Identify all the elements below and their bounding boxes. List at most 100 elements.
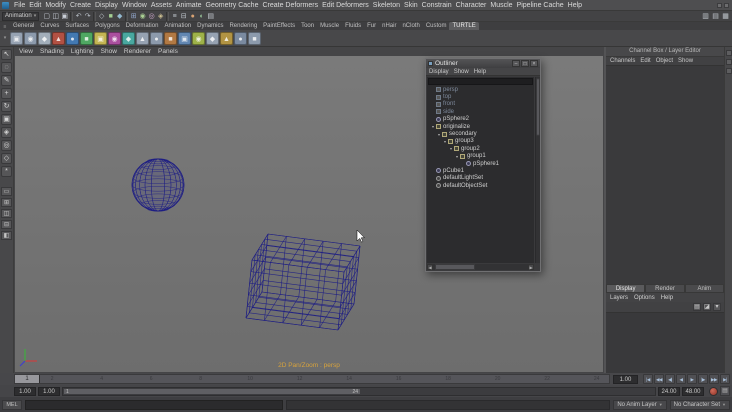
menu-edit-deformers[interactable]: Edit Deformers (320, 2, 371, 9)
create-empty-layer-icon[interactable]: ▤ (693, 303, 701, 311)
shelf-tab-curves[interactable]: Curves (37, 22, 62, 30)
last-tool-icon[interactable]: * (1, 166, 12, 177)
outliner-item-pcube1[interactable]: pCube1 (427, 167, 534, 174)
play-forwards-button[interactable]: ▶ (687, 374, 697, 384)
render-settings-icon[interactable]: ▤ (206, 12, 215, 21)
layer-editor-menu-layers[interactable]: Layers (610, 295, 628, 301)
shelf-button-4[interactable]: ▲ (52, 31, 65, 45)
create-layer-from-selected-icon[interactable]: ◪ (703, 303, 711, 311)
layer-editor-menu-help[interactable]: Help (661, 295, 673, 301)
viewport-menu-lighting[interactable]: Lighting (71, 48, 94, 55)
channel-box-menu-channels[interactable]: Channels (610, 58, 635, 64)
shelf-tab-toon[interactable]: Toon (298, 22, 317, 30)
range-slider-bar[interactable]: 1 24 (64, 388, 360, 395)
outliner-item-secondary[interactable]: ▾ secondary (427, 130, 534, 137)
step-forward-key-button[interactable]: |▶ (698, 374, 708, 384)
shelf-button-5[interactable]: ● (66, 31, 79, 45)
shelf-button-11[interactable]: ● (150, 31, 163, 45)
animation-preferences-button[interactable]: ▤ (720, 386, 730, 396)
command-line-input[interactable] (25, 399, 283, 410)
shelf-tab-painteffects[interactable]: PaintEffects (260, 22, 298, 30)
outliner-item-group3[interactable]: ▾ group3 (427, 138, 534, 145)
animation-end-field[interactable]: 48.00 (682, 386, 704, 396)
menu-animate[interactable]: Animate (174, 2, 204, 9)
select-tool-icon[interactable]: ↖ (1, 49, 12, 60)
auto-keyframe-toggle[interactable] (709, 386, 718, 396)
shelf-button-6[interactable]: ■ (80, 31, 93, 45)
viewport-menu-show[interactable]: Show (101, 48, 117, 55)
shelf-tab-polygons[interactable]: Polygons (92, 22, 123, 30)
outliner-item-group1[interactable]: ▾ group1 (427, 153, 534, 160)
minimize-window-button[interactable]: – (512, 60, 520, 67)
step-back-frame-button[interactable]: ◀◀ (654, 374, 664, 384)
viewport-menu-panels[interactable]: Panels (158, 48, 178, 55)
outliner-item-side[interactable]: side (427, 108, 534, 115)
maximize-window-button[interactable]: □ (521, 60, 529, 67)
shelf-tab-custom[interactable]: Custom (423, 22, 450, 30)
go-to-start-button[interactable]: |◀ (643, 374, 653, 384)
viewport-menu-view[interactable]: View (19, 48, 33, 55)
menu-geometry-cache[interactable]: Geometry Cache (204, 2, 261, 9)
anim-layer-selector[interactable]: No Anim Layer ▼ (613, 399, 667, 410)
scrollbar-thumb[interactable] (536, 78, 540, 136)
outliner-title-bar[interactable]: Outliner – □ × (426, 59, 540, 68)
shelf-button-3[interactable]: ◆ (38, 31, 51, 45)
outliner-menu-show[interactable]: Show (454, 69, 469, 75)
shelf-tab-dynamics[interactable]: Dynamics (194, 22, 226, 30)
save-scene-icon[interactable]: ▣ (60, 12, 69, 21)
single-pane-layout-button[interactable]: ▭ (1, 187, 12, 196)
select-object-icon[interactable]: ■ (106, 12, 115, 21)
layer-editor-tab-anim[interactable]: Anim (684, 284, 724, 293)
outliner-item-front[interactable]: front (427, 101, 534, 108)
snap-to-grid-icon[interactable]: ⊞ (129, 12, 138, 21)
shelf-button-12[interactable]: ■ (164, 31, 177, 45)
outliner-item-defaultobjectset[interactable]: defaultObjectSet (427, 182, 534, 189)
ui-toggle-icon-2[interactable] (724, 2, 729, 8)
outliner-item-persp[interactable]: persp (427, 86, 534, 93)
outliner-menu-display[interactable]: Display (429, 69, 449, 75)
outliner-item-top[interactable]: top (427, 93, 534, 100)
shelf-button-18[interactable]: ■ (248, 31, 261, 45)
shelf-tab-fur[interactable]: Fur (364, 22, 379, 30)
outliner-item-group2[interactable]: ▾ group2 (427, 145, 534, 152)
shelf-tab-rendering[interactable]: Rendering (226, 22, 260, 30)
viewport-menu-shading[interactable]: Shading (40, 48, 64, 55)
menu-file[interactable]: File (12, 2, 27, 9)
menu-window[interactable]: Window (120, 2, 149, 9)
scrollbar-thumb[interactable] (435, 264, 475, 270)
layer-options-icon[interactable]: ▾ (713, 303, 721, 311)
outliner-item-defaultlightset[interactable]: defaultLightSet (427, 175, 534, 182)
outliner-item-originalize[interactable]: ▾ originalize (427, 123, 534, 130)
go-to-end-button[interactable]: ▶| (720, 374, 730, 384)
layer-editor-tab-display[interactable]: Display (606, 284, 646, 293)
shelf-tab-animation[interactable]: Animation (161, 22, 194, 30)
menu-constrain[interactable]: Constrain (420, 2, 454, 9)
menu-character[interactable]: Character (454, 2, 489, 9)
command-line-language-button[interactable]: MEL (2, 399, 22, 410)
paint-select-tool-icon[interactable]: ✎ (1, 75, 12, 86)
cube-object[interactable] (245, 233, 361, 331)
four-pane-layout-button[interactable]: ⊞ (1, 198, 12, 207)
menu-create-deformers[interactable]: Create Deformers (260, 2, 320, 9)
universal-manipulator-icon[interactable]: ◈ (1, 127, 12, 138)
shelf-tab-muscle[interactable]: Muscle (317, 22, 342, 30)
outliner-item-psphere2[interactable]: pSphere2 (427, 116, 534, 123)
shelf-tab-fluids[interactable]: Fluids (342, 22, 364, 30)
menu-modify[interactable]: Modify (43, 2, 68, 9)
snap-to-curve-icon[interactable]: ◉ (138, 12, 147, 21)
outliner-menu-help[interactable]: Help (474, 69, 486, 75)
new-scene-icon[interactable]: ▢ (42, 12, 51, 21)
hypershade-persp-layout-button[interactable]: ◧ (1, 231, 12, 240)
menu-create[interactable]: Create (68, 2, 93, 9)
snap-to-point-icon[interactable]: ◎ (147, 12, 156, 21)
render-view-icon[interactable]: ● (188, 12, 197, 21)
outliner-filter-field[interactable] (428, 78, 533, 85)
step-forward-frame-button[interactable]: ▶▶ (709, 374, 719, 384)
shelf-button-17[interactable]: ● (234, 31, 247, 45)
current-time-field[interactable]: 1.00 (613, 374, 638, 384)
animation-start-field[interactable]: 1.00 (14, 386, 36, 396)
redo-icon[interactable]: ↷ (83, 12, 92, 21)
play-backwards-button[interactable]: ◀ (676, 374, 686, 384)
channel-box-menu-object[interactable]: Object (656, 58, 673, 64)
shelf-button-14[interactable]: ◉ (192, 31, 205, 45)
